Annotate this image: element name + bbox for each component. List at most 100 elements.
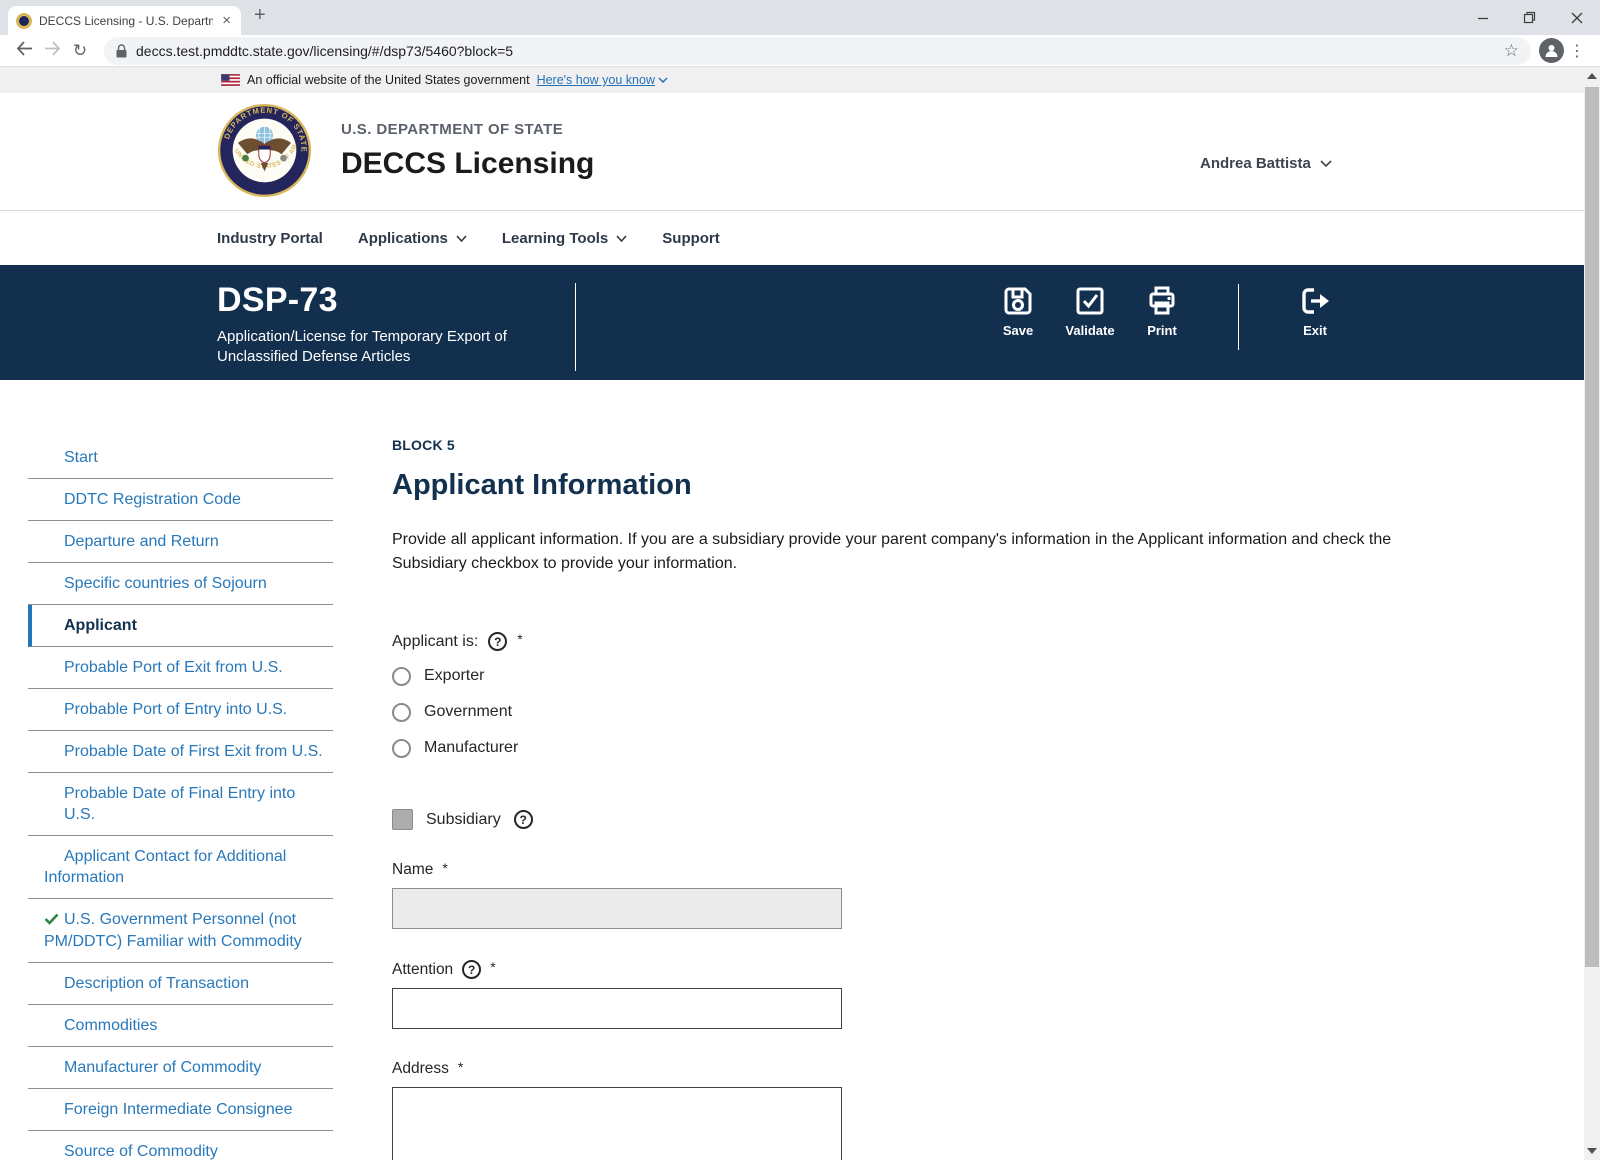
nav-applications[interactable]: Applications bbox=[358, 230, 467, 247]
department-of-state-seal: DEPARTMENT OF STATE UNITED STATES OF AME… bbox=[217, 103, 312, 198]
required-mark: * bbox=[442, 860, 448, 876]
deccs-favicon-icon bbox=[16, 12, 32, 29]
profile-avatar[interactable] bbox=[1539, 38, 1564, 63]
scroll-down-arrow[interactable] bbox=[1587, 1148, 1597, 1154]
page-title: Applicant Information bbox=[392, 469, 692, 501]
sidebar-item-start[interactable]: Start bbox=[28, 437, 333, 479]
site-nav: Industry Portal Applications Learning To… bbox=[0, 210, 1600, 265]
window-controls bbox=[1459, 0, 1600, 35]
nav-learning-tools[interactable]: Learning Tools bbox=[502, 230, 627, 247]
browser-menu-icon[interactable]: ⋮ bbox=[1564, 41, 1590, 61]
attention-help-icon[interactable]: ? bbox=[462, 960, 482, 979]
chevron-down-icon bbox=[616, 234, 627, 242]
attention-label: Attention bbox=[392, 960, 454, 978]
browser-tab-bar: DECCS Licensing - U.S. Departme × + bbox=[0, 0, 1600, 35]
restore-button[interactable] bbox=[1506, 0, 1553, 35]
subsidiary-help-icon[interactable]: ? bbox=[513, 810, 533, 829]
form-block: BLOCK 5 Applicant Information Provide al… bbox=[392, 437, 1470, 1160]
completed-check-icon bbox=[44, 910, 59, 931]
url-text: deccs.test.pmddtc.state.gov/licensing/#/… bbox=[136, 42, 514, 59]
sidebar-item-commodities[interactable]: Commodities bbox=[28, 1005, 333, 1047]
nav-support[interactable]: Support bbox=[662, 230, 720, 247]
sidebar-item-departure-and-return[interactable]: Departure and Return bbox=[28, 521, 333, 563]
form-section-nav: Start DDTC Registration Code Departure a… bbox=[28, 437, 333, 1160]
sidebar-item-specific-countries-of-sojourn[interactable]: Specific countries of Sojourn bbox=[28, 563, 333, 605]
tab-title: DECCS Licensing - U.S. Departme bbox=[39, 13, 214, 28]
radio-option-manufacturer: Manufacturer bbox=[392, 737, 1470, 759]
print-button[interactable]: Print bbox=[1126, 284, 1198, 338]
padlock-icon[interactable] bbox=[116, 43, 127, 58]
attention-input[interactable] bbox=[392, 988, 842, 1029]
subsidiary-label: Subsidiary bbox=[426, 810, 501, 828]
sidebar-item-probable-date-final-entry[interactable]: Probable Date of Final Entry into U.S. bbox=[28, 773, 333, 836]
form-hero-banner: DSP-73 Application/License for Temporary… bbox=[0, 265, 1600, 380]
block-label: BLOCK 5 bbox=[392, 437, 455, 453]
subsidiary-row: Subsidiary ? bbox=[392, 809, 1470, 830]
sidebar-item-probable-port-of-entry[interactable]: Probable Port of Entry into U.S. bbox=[28, 689, 333, 731]
app-title: DECCS Licensing bbox=[341, 147, 595, 180]
new-tab-button[interactable]: + bbox=[254, 4, 266, 27]
address-label: Address bbox=[392, 1060, 449, 1077]
chevron-down-icon bbox=[456, 234, 467, 242]
forward-button[interactable] bbox=[38, 40, 66, 61]
sidebar-item-manufacturer-of-commodity[interactable]: Manufacturer of Commodity bbox=[28, 1047, 333, 1089]
required-mark: * bbox=[457, 1059, 464, 1075]
gov-banner-text: An official website of the United States… bbox=[247, 73, 530, 87]
name-input bbox=[392, 888, 842, 929]
close-button[interactable] bbox=[1553, 0, 1600, 35]
sidebar-item-applicant-contact[interactable]: Applicant Contact for Additional Informa… bbox=[28, 836, 333, 899]
browser-tab[interactable]: DECCS Licensing - U.S. Departme × bbox=[8, 6, 241, 35]
scroll-up-arrow[interactable] bbox=[1587, 73, 1597, 79]
block-description: Provide all applicant information. If yo… bbox=[392, 531, 1392, 572]
subsidiary-checkbox bbox=[392, 809, 413, 830]
exit-icon bbox=[1302, 288, 1329, 314]
save-icon bbox=[1004, 287, 1032, 315]
bookmark-star-icon[interactable]: ☆ bbox=[1504, 41, 1519, 61]
page-scrollbar[interactable] bbox=[1584, 67, 1600, 1160]
sidebar-item-source-of-commodity[interactable]: Source of Commodity bbox=[28, 1131, 333, 1160]
validate-button[interactable]: Validate bbox=[1054, 284, 1126, 338]
exporter-radio[interactable] bbox=[392, 666, 411, 686]
minimize-button[interactable] bbox=[1459, 0, 1506, 35]
sidebar-item-us-gov-personnel[interactable]: U.S. Government Personnel (not PM/DDTC) … bbox=[28, 899, 333, 963]
sidebar-item-description-of-transaction[interactable]: Description of Transaction bbox=[28, 963, 333, 1005]
form-code: DSP-73 bbox=[217, 281, 338, 319]
address-field-group: Address * bbox=[392, 1060, 1470, 1160]
chevron-down-icon bbox=[658, 77, 668, 83]
user-name: Andrea Battista bbox=[1200, 155, 1311, 172]
government-radio[interactable] bbox=[392, 702, 411, 722]
gov-banner: An official website of the United States… bbox=[0, 67, 1600, 93]
user-menu[interactable]: Andrea Battista bbox=[1200, 155, 1332, 172]
scrollbar-thumb[interactable] bbox=[1585, 87, 1599, 967]
hero-divider bbox=[575, 283, 576, 371]
exit-button[interactable]: Exit bbox=[1279, 284, 1351, 338]
required-mark: * bbox=[517, 631, 523, 647]
save-button[interactable]: Save bbox=[982, 284, 1054, 338]
site-header: DEPARTMENT OF STATE UNITED STATES OF AME… bbox=[0, 93, 1600, 210]
tab-close-icon[interactable]: × bbox=[220, 12, 233, 29]
sidebar-item-ddtc-registration-code[interactable]: DDTC Registration Code bbox=[28, 479, 333, 521]
actions-divider bbox=[1238, 284, 1239, 350]
address-input[interactable] bbox=[392, 1087, 842, 1160]
applicant-is-legend: Applicant is: ? * bbox=[392, 631, 523, 651]
radio-option-government: Government bbox=[392, 701, 1470, 723]
reload-button[interactable]: ↻ bbox=[66, 41, 94, 61]
us-flag-icon bbox=[221, 74, 240, 86]
address-bar[interactable]: deccs.test.pmddtc.state.gov/licensing/#/… bbox=[104, 36, 1531, 65]
sidebar-item-probable-port-of-exit[interactable]: Probable Port of Exit from U.S. bbox=[28, 647, 333, 689]
browser-window: DECCS Licensing - U.S. Departme × + ↻ de… bbox=[0, 0, 1600, 1160]
sidebar-item-applicant[interactable]: Applicant bbox=[28, 605, 333, 647]
applicant-is-help-icon[interactable]: ? bbox=[488, 632, 508, 651]
required-mark: * bbox=[490, 959, 496, 975]
chevron-down-icon bbox=[1320, 160, 1332, 167]
manufacturer-radio[interactable] bbox=[392, 738, 411, 758]
sidebar-item-foreign-intermediate-consignee[interactable]: Foreign Intermediate Consignee bbox=[28, 1089, 333, 1131]
how-you-know-link[interactable]: Here's how you know bbox=[537, 73, 668, 87]
agency-name: U.S. DEPARTMENT OF STATE bbox=[341, 121, 564, 138]
browser-toolbar: ↻ deccs.test.pmddtc.state.gov/licensing/… bbox=[0, 35, 1600, 67]
validate-icon bbox=[1076, 287, 1104, 315]
back-button[interactable] bbox=[10, 40, 38, 61]
name-field-group: Name * bbox=[392, 861, 1470, 929]
sidebar-item-probable-date-first-exit[interactable]: Probable Date of First Exit from U.S. bbox=[28, 731, 333, 773]
nav-industry-portal[interactable]: Industry Portal bbox=[217, 230, 323, 247]
